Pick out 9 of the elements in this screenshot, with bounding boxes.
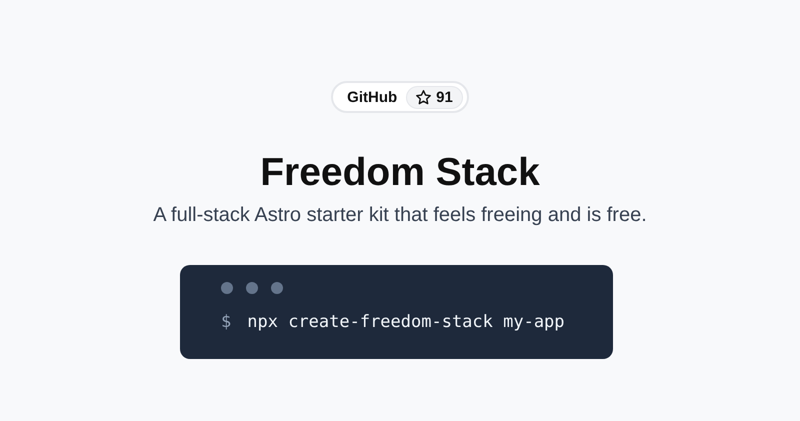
prompt-symbol: $ — [221, 311, 232, 334]
github-link[interactable]: GitHub 91 — [331, 81, 469, 113]
star-icon — [415, 88, 432, 106]
tagline: A full-stack Astro starter kit that feels freeing and is free. — [153, 203, 647, 228]
install-command: npx create-freedom-stack my-app — [247, 311, 565, 334]
page-title: Freedom Stack — [260, 150, 540, 196]
window-dots-icon — [221, 282, 283, 294]
github-label: GitHub — [347, 88, 398, 106]
star-count: 91 — [406, 86, 463, 108]
